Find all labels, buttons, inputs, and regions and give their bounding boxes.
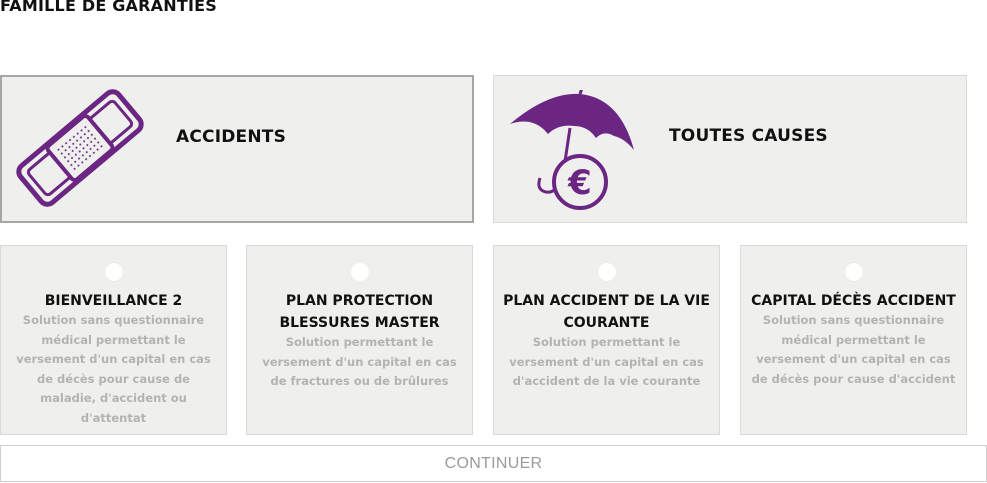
family-label-toutes-causes: TOUTES CAUSES [669,126,828,146]
product-radio[interactable] [350,263,369,281]
umbrella-euro-icon: € [508,87,636,210]
svg-text:€: € [567,163,592,203]
product-card-capital-deces-accident[interactable]: CAPITAL DÉCÈS ACCIDENT Solution sans que… [740,245,967,435]
product-card-bienveillance-2[interactable]: BIENVEILLANCE 2 Solution sans questionna… [0,245,227,435]
product-radio[interactable] [597,263,616,281]
product-description: Solution sans questionnaire médical perm… [16,313,211,425]
bandage-icon [14,89,146,207]
product-title: CAPITAL DÉCÈS ACCIDENT [751,293,956,309]
continue-button[interactable]: CONTINUER [0,445,987,482]
product-radio[interactable] [104,263,123,281]
family-card-accidents[interactable]: ACCIDENTS [0,75,474,223]
product-card-plan-accident-vie-courante[interactable]: PLAN ACCIDENT DE LA VIE COURANTE Solutio… [493,245,720,435]
product-description: Solution permettant le versement d'un ca… [509,335,704,388]
product-description: Solution permettant le versement d'un ca… [262,335,457,388]
page-title: FAMILLE DE GARANTIES [0,0,217,15]
product-title: BIENVEILLANCE 2 [44,293,183,309]
family-card-toutes-causes[interactable]: € TOUTES CAUSES [493,75,967,223]
product-title: PLAN ACCIDENT DE LA VIE COURANTE [503,293,710,331]
product-description: Solution sans questionnaire médical perm… [751,313,956,386]
product-card-plan-protection-blessures[interactable]: PLAN PROTECTION BLESSURES MASTER Solutio… [246,245,473,435]
family-label-accidents: ACCIDENTS [176,127,287,147]
product-radio[interactable] [844,263,863,281]
product-title: PLAN PROTECTION BLESSURES MASTER [279,293,440,331]
